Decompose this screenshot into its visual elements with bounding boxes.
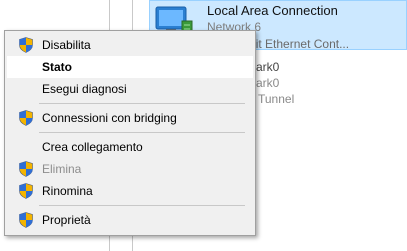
menu-item-stato[interactable]: Stato xyxy=(7,56,253,78)
adapter-partial-label: Tunnel xyxy=(258,92,295,106)
menu-item-label: Elimina xyxy=(42,162,82,176)
uac-shield-icon xyxy=(19,183,33,199)
menu-separator xyxy=(39,132,245,133)
menu-item-rinomina[interactable]: Rinomina xyxy=(7,180,253,202)
adapter-partial-label: ark0 xyxy=(256,60,280,74)
uac-shield-icon xyxy=(19,161,33,177)
menu-item-proprieta[interactable]: Proprietà xyxy=(7,209,253,231)
context-menu: Disabilita Stato Esegui diagnosi Conness… xyxy=(4,30,256,236)
menu-item-label: Rinomina xyxy=(42,184,93,198)
menu-separator xyxy=(39,103,245,104)
menu-item-label: Connessioni con bridging xyxy=(42,111,177,125)
menu-item-label: Esegui diagnosi xyxy=(42,82,127,96)
adapter-name: Local Area Connection xyxy=(207,3,338,18)
uac-shield-icon xyxy=(19,212,33,228)
menu-item-label: Crea collegamento xyxy=(42,140,143,154)
menu-item-crea-collegamento[interactable]: Crea collegamento xyxy=(7,136,253,158)
menu-item-connessioni-con-bridging[interactable]: Connessioni con bridging xyxy=(7,107,253,129)
menu-item-esegui-diagnosi[interactable]: Esegui diagnosi xyxy=(7,78,253,100)
adapter-partial-label: ark0 xyxy=(256,76,280,90)
menu-item-label: Proprietà xyxy=(42,213,91,227)
menu-item-label: Disabilita xyxy=(42,38,91,52)
uac-shield-icon xyxy=(19,110,33,126)
uac-shield-icon xyxy=(19,37,33,53)
menu-separator xyxy=(39,205,245,206)
menu-item-label: Stato xyxy=(42,60,72,74)
menu-item-disabilita[interactable]: Disabilita xyxy=(7,34,253,56)
menu-item-elimina: Elimina xyxy=(7,158,253,180)
